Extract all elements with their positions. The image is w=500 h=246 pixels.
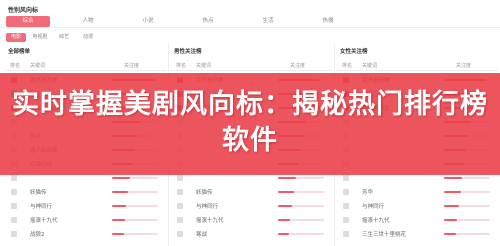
attention-bar-track [444, 191, 490, 193]
attention-bar-fill [112, 191, 129, 193]
rank-badge [177, 189, 183, 195]
column-title: 全部榜单 [8, 49, 31, 55]
attention-bar-fill [278, 219, 291, 221]
subtab-variety[interactable]: 综艺 [54, 33, 74, 42]
attention-bar-fill [278, 205, 292, 207]
tab-shenghuo[interactable]: 生活 [246, 16, 290, 27]
attention-bar-track [278, 177, 324, 179]
ranking-keyword[interactable]: 芳华 [362, 188, 373, 196]
tab-redian[interactable]: 热点 [186, 16, 230, 27]
attention-bar-fill [444, 177, 463, 179]
attention-bar-fill [444, 233, 456, 235]
attention-bar-track [444, 219, 490, 221]
rank-badge [343, 203, 349, 209]
rank-badge [343, 231, 349, 237]
rank-badge [177, 217, 183, 223]
ranking-row[interactable]: 三生三世十里桃花 [336, 228, 498, 241]
ranking-keyword[interactable]: 寒战 [196, 230, 207, 238]
attention-bar-fill [444, 219, 457, 221]
header-attention: 关注度 [456, 63, 472, 69]
tab-zonghe[interactable]: 综合 [6, 16, 50, 27]
attention-bar-fill [112, 177, 131, 179]
ranking-row[interactable]: 寒战 [170, 228, 332, 241]
attention-bar-track [278, 205, 324, 207]
attention-bar-track [112, 177, 158, 179]
ranking-row[interactable]: 芳华 [336, 186, 498, 199]
ranking-keyword[interactable]: 三生三世十里桃花 [362, 230, 406, 238]
rank-badge [343, 217, 349, 223]
rank-badge [343, 189, 349, 195]
ranking-keyword[interactable]: 与神同行 [362, 202, 384, 210]
ranking-keyword[interactable]: 与神同行 [196, 202, 218, 210]
attention-bar-fill [278, 177, 297, 179]
ranking-row[interactable]: 与神同行 [336, 200, 498, 213]
header-rank: 排名 [10, 63, 21, 69]
attention-bar-fill [444, 191, 461, 193]
attention-bar-fill [444, 205, 459, 207]
column-title: 女性关注榜 [340, 49, 368, 55]
column-title: 男性关注榜 [174, 49, 202, 55]
ranking-keyword[interactable]: 妖猫传 [30, 188, 47, 196]
ranking-keyword[interactable]: 摇滚十九代 [362, 216, 390, 224]
attention-bar-fill [112, 233, 124, 235]
tab-renwu[interactable]: 人物 [66, 16, 110, 27]
attention-bar-fill [112, 205, 126, 207]
tab-xiaoshuo[interactable]: 小说 [126, 16, 170, 27]
attention-bar-track [112, 191, 158, 193]
rank-badge [11, 175, 17, 181]
ranking-keyword[interactable]: 战狼2 [30, 230, 45, 238]
tab-resou[interactable]: 热搜 [306, 16, 350, 27]
attention-bar-track [444, 205, 490, 207]
header-rank: 排名 [342, 63, 353, 69]
ranking-keyword[interactable]: 摇滚十九代 [196, 216, 224, 224]
attention-bar-track [278, 233, 324, 235]
ranking-card: 性别风向标 综合 人物 小说 热点 生活 热搜 电影 电视剧 综艺 动漫 全部榜… [0, 0, 500, 246]
attention-bar-track [278, 191, 324, 193]
rank-badge [11, 203, 17, 209]
header-attention: 关注度 [290, 63, 306, 69]
column-header: 排名 关键词 关注度 [4, 61, 166, 71]
app-title: 性别风向标 [8, 7, 39, 14]
ranking-keyword[interactable]: 与神同行 [30, 202, 52, 210]
ranking-row[interactable]: 摇滚十九代 [336, 214, 498, 227]
rank-badge [11, 231, 17, 237]
header-rank: 排名 [176, 63, 187, 69]
header-keyword: 关键词 [362, 63, 378, 69]
subtab-anime[interactable]: 动漫 [78, 33, 98, 42]
banner-title: 实时掌握美剧风向标：揭秘热门排行榜软件 [12, 89, 488, 156]
column-header: 排名 关键词 关注度 [170, 61, 332, 71]
rank-badge [177, 231, 183, 237]
subtab-movie[interactable]: 电影 [6, 33, 26, 42]
ranking-keyword[interactable]: 摇滚十九代 [30, 216, 58, 224]
ranking-row[interactable]: 与神同行 [170, 200, 332, 213]
attention-bar-track [444, 177, 490, 179]
column-header: 排名 关键词 关注度 [336, 61, 498, 71]
rank-badge [343, 175, 349, 181]
attention-bar-track [112, 205, 158, 207]
attention-bar-fill [112, 219, 125, 221]
ranking-keyword[interactable]: 妖猫传 [196, 188, 213, 196]
header-keyword: 关键词 [30, 63, 46, 69]
attention-bar-track [444, 233, 490, 235]
rank-badge [11, 189, 17, 195]
ranking-row[interactable]: 妖猫传 [4, 186, 166, 199]
attention-bar-fill [278, 233, 290, 235]
ranking-row[interactable]: 摇滚十九代 [170, 214, 332, 227]
header-attention: 关注度 [124, 63, 140, 69]
rank-badge [11, 217, 17, 223]
header-keyword: 关键词 [196, 63, 212, 69]
subtab-tv[interactable]: 电视剧 [30, 33, 50, 42]
attention-bar-track [112, 233, 158, 235]
ranking-row[interactable]: 妖猫传 [170, 186, 332, 199]
attention-bar-track [112, 219, 158, 221]
rank-badge [177, 203, 183, 209]
rank-badge [177, 175, 183, 181]
ranking-row[interactable]: 战狼2 [4, 228, 166, 241]
ranking-row[interactable]: 与神同行 [4, 200, 166, 213]
attention-bar-track [278, 219, 324, 221]
attention-bar-fill [278, 191, 295, 193]
top-tab-bar: 综合 人物 小说 热点 生活 热搜 [0, 16, 500, 28]
ranking-row[interactable]: 摇滚十九代 [4, 214, 166, 227]
title-banner: 实时掌握美剧风向标：揭秘热门排行榜软件 [0, 73, 500, 175]
